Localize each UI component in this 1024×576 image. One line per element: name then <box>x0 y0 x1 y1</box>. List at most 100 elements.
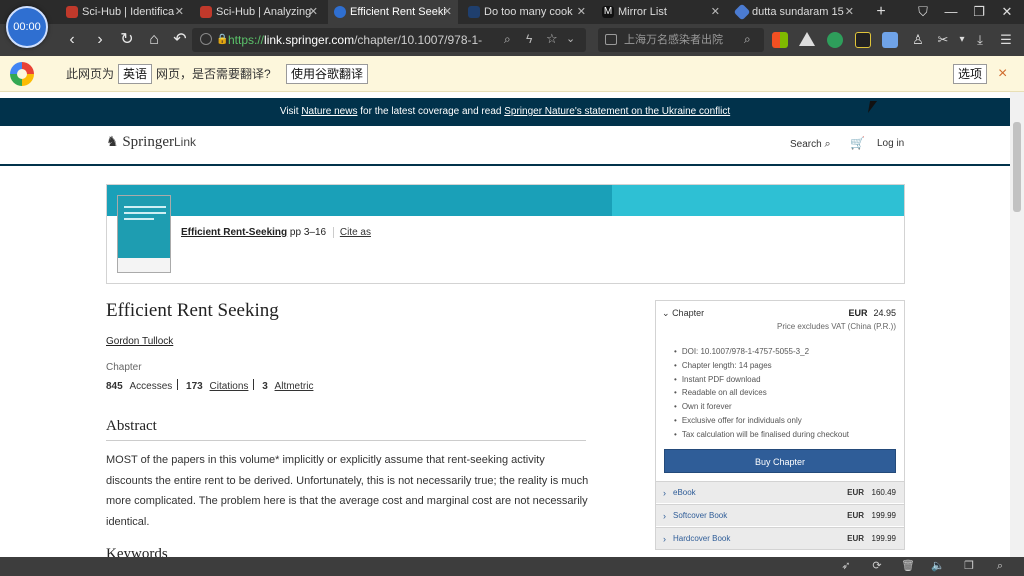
restore-icon[interactable]: ❐ <box>966 0 992 24</box>
search-box[interactable]: 上海万名感染者出院 ⌕ <box>598 28 764 52</box>
tab-label: Mirror List <box>618 6 667 18</box>
options-button[interactable]: 选项 <box>953 64 988 84</box>
cite-as-link[interactable]: Cite as <box>332 227 371 238</box>
user-extension-icon[interactable]: ♙ <box>910 32 926 48</box>
search-link[interactable]: Search ⌕ <box>790 138 831 151</box>
minimize-icon[interactable]: — <box>938 0 964 24</box>
chapter-accordion[interactable]: ⌄ Chapter <box>662 308 704 319</box>
springer-link-logo[interactable]: ♞ SpringerLink <box>106 134 196 151</box>
format-row-hardcover[interactable]: › Hardcover Book EUR 199.99 <box>656 527 904 549</box>
list-item: Readable on all devices <box>674 386 849 400</box>
tab-springer-active[interactable]: Efficient Rent Seeki ✕ <box>328 0 458 24</box>
search-icon[interactable]: ⌕ <box>744 32 751 47</box>
tab-cook[interactable]: Do too many cook ✕ <box>462 0 592 24</box>
author-link[interactable]: Gordon Tullock <box>106 336 173 347</box>
url-path: /chapter/10.1007/978-1- <box>354 33 483 47</box>
tab-scihub-1[interactable]: Sci-Hub | Identifica ✕ <box>60 0 190 24</box>
chevron-down-icon[interactable]: ⌄ <box>566 32 575 45</box>
content-type: Chapter <box>106 362 142 373</box>
trash-icon[interactable]: 🗑 <box>900 559 916 574</box>
back-icon[interactable]: ‹ <box>60 28 84 52</box>
undo-close-icon[interactable]: ↶ <box>168 28 192 52</box>
translate-button[interactable]: 使用谷歌翻译 <box>286 64 369 84</box>
abstract-text: MOST of the papers in this volume* impli… <box>106 454 589 528</box>
window-icon[interactable]: ❐ <box>961 559 977 574</box>
bookmark-star-icon[interactable]: ☆ <box>546 31 558 47</box>
chevron-right-icon: › <box>663 511 666 521</box>
volume-icon[interactable]: 🔈 <box>930 559 946 574</box>
address-bar[interactable]: 🔒 https://link.springer.com/chapter/10.1… <box>192 28 586 52</box>
tab-mirror-list[interactable]: M Mirror List ✕ <box>596 0 726 24</box>
refresh-circle-icon[interactable]: ⟳ <box>869 559 885 574</box>
reload-icon[interactable]: ↻ <box>115 28 139 52</box>
rocket-icon[interactable]: ➶ <box>838 559 854 574</box>
m-favicon-icon: M <box>602 6 614 18</box>
green-extension-icon[interactable] <box>827 32 843 48</box>
tab-close-icon[interactable]: ✕ <box>175 0 184 24</box>
home-icon[interactable]: ⌂ <box>142 28 166 52</box>
search-engine-icon[interactable] <box>605 34 617 45</box>
accesses-count: 845 <box>106 381 123 392</box>
dark-extension-icon[interactable] <box>855 32 871 48</box>
diamond-favicon-icon <box>733 3 751 21</box>
altmetric-link[interactable]: Altmetric <box>275 381 314 392</box>
book-cover-image[interactable] <box>117 195 171 273</box>
purchase-panel: ⌄ Chapter EUR 24.95 Price excludes VAT (C… <box>655 300 905 550</box>
translate-close-icon[interactable]: × <box>998 56 1007 92</box>
format-currency: EUR <box>847 511 864 520</box>
menu-icon[interactable]: ☰ <box>998 32 1014 48</box>
chevron-down-icon[interactable]: ▾ <box>954 32 970 48</box>
scrollbar-thumb[interactable] <box>1013 122 1021 212</box>
tab-label: Efficient Rent Seeki <box>350 6 446 18</box>
zoom-icon[interactable]: ⌕ <box>504 32 511 47</box>
accesses-label: Accesses <box>129 381 173 392</box>
chevron-right-icon: › <box>663 488 666 498</box>
format-row-softcover[interactable]: › Softcover Book EUR 199.99 <box>656 504 904 526</box>
translate-prefix: 此网页为 <box>66 67 115 81</box>
tab-close-icon[interactable]: ✕ <box>443 0 452 24</box>
book-card: Efficient Rent-Seeking pp 3–16 Cite as <box>106 184 905 284</box>
shirt-icon[interactable]: ⛉ <box>910 0 936 24</box>
status-bar: ➶ ⟳ 🗑 🔈 ❐ ⌕ <box>0 557 1024 576</box>
tab-close-icon[interactable]: ✕ <box>309 0 318 24</box>
tab-label: dutta sundaram 15 <box>752 6 844 18</box>
chevron-down-icon: ⌄ <box>662 308 670 318</box>
scissors-icon[interactable]: ✂ <box>935 32 951 48</box>
format-row-ebook[interactable]: › eBook EUR 160.49 <box>656 481 904 503</box>
windows-extension-icon[interactable] <box>772 32 788 48</box>
format-name: Softcover Book <box>673 511 728 520</box>
tab-close-icon[interactable]: ✕ <box>711 0 720 24</box>
download-icon[interactable]: ⤓ <box>972 32 988 48</box>
book-title-link[interactable]: Efficient Rent-Seeking <box>181 227 287 238</box>
abstract-heading: Abstract <box>106 418 157 434</box>
tab-scihub-2[interactable]: Sci-Hub | Analyzing ✕ <box>194 0 324 24</box>
buy-chapter-button[interactable]: Buy Chapter <box>664 449 896 473</box>
list-item: Chapter length: 14 pages <box>674 359 849 373</box>
page-scrollbar[interactable] <box>1010 92 1024 557</box>
language-button[interactable]: 英语 <box>118 64 153 84</box>
lightning-icon[interactable]: ϟ <box>526 32 532 46</box>
forward-icon[interactable]: › <box>88 28 112 52</box>
book-card-title: Efficient Rent-Seeking pp 3–16 Cite as <box>181 227 371 238</box>
mountain-extension-icon[interactable] <box>799 32 815 46</box>
tab-label: Do too many cook <box>484 6 573 18</box>
zoom-icon[interactable]: ⌕ <box>992 559 1008 574</box>
new-tab-button[interactable]: + <box>868 0 894 24</box>
cart-icon[interactable]: 🛒 <box>850 136 865 150</box>
ukraine-statement-link[interactable]: Springer Nature's statement on the Ukrai… <box>504 106 730 117</box>
reader-extension-icon[interactable] <box>882 32 898 48</box>
format-price: 199.99 <box>871 534 896 543</box>
translate-bar: 此网页为 英语 网页，是否需要翻译? 使用谷歌翻译 选项 × <box>0 56 1024 92</box>
tab-close-icon[interactable]: ✕ <box>577 0 586 24</box>
nature-news-link[interactable]: Nature news <box>301 106 357 117</box>
window-close-icon[interactable]: ✕ <box>994 0 1020 24</box>
url-text[interactable]: https://link.springer.com/chapter/10.100… <box>228 28 498 52</box>
recording-timer[interactable]: 00:00 <box>6 6 48 48</box>
citations-link[interactable]: Citations <box>210 381 249 392</box>
list-item: Instant PDF download <box>674 373 849 387</box>
login-link[interactable]: Log in <box>877 138 904 149</box>
tab-close-icon[interactable]: ✕ <box>845 0 854 24</box>
search-placeholder: 上海万名感染者出院 <box>624 34 723 46</box>
search-icon: ⌕ <box>824 138 831 150</box>
tab-dutta[interactable]: dutta sundaram 15 ✕ <box>730 0 860 24</box>
